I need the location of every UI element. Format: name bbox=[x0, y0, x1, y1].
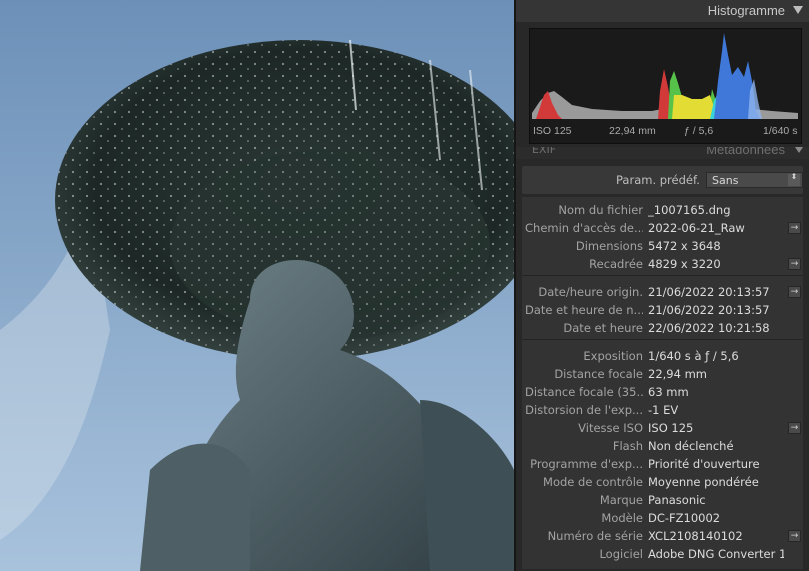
metadata-value[interactable]: Moyenne pondérée bbox=[648, 475, 759, 489]
metadata-label: Dimensions bbox=[575, 239, 643, 253]
metadata-row: Distance focale 22,94 mm bbox=[522, 365, 803, 383]
metadata-row: Date et heure 22/06/2022 10:21:58 bbox=[522, 319, 803, 337]
metadata-value[interactable]: Priorité d'ouverture bbox=[648, 457, 760, 471]
metadata-row: Nom du fichier _1007165.dng bbox=[522, 201, 803, 219]
metadata-row: Mode de contrôle Moyenne pondérée bbox=[522, 473, 803, 491]
metadata-row: Date et heure de n... 21/06/2022 20:13:57 bbox=[522, 301, 803, 319]
preset-value: Sans bbox=[712, 174, 739, 187]
metadata-row: Dimensions 5472 x 3648 bbox=[522, 237, 803, 255]
metadata-label: Exposition bbox=[583, 349, 643, 363]
hist-aperture: ƒ / 5,6 bbox=[684, 125, 714, 137]
metadata-row: Vitesse ISO ISO 125 → bbox=[522, 419, 803, 437]
metadata-label: Modèle bbox=[601, 511, 643, 525]
hist-iso: ISO 125 bbox=[533, 125, 572, 137]
go-to-arrow-icon[interactable]: → bbox=[788, 222, 801, 234]
metadata-label: Distance focale bbox=[554, 367, 643, 381]
metadata-label: Date/heure origin. bbox=[538, 285, 643, 299]
metadata-value[interactable]: 22/06/2022 10:21:58 bbox=[648, 321, 770, 335]
hist-focal: 22,94 mm bbox=[609, 125, 656, 137]
metadata-value[interactable]: 2022-06-21_Raw bbox=[648, 221, 745, 235]
metadata-value[interactable]: Non déclenché bbox=[648, 439, 734, 453]
metadata-label: Distance focale (35... bbox=[525, 385, 643, 399]
metadata-label: Programme d'exp... bbox=[530, 457, 643, 471]
metadata-value[interactable]: XCL2108140102 bbox=[648, 529, 743, 543]
metadata-value[interactable]: Panasonic bbox=[648, 493, 706, 507]
metadata-value[interactable]: 4829 x 3220 bbox=[648, 257, 721, 271]
histogram-graph bbox=[532, 33, 798, 119]
section-divider bbox=[522, 275, 803, 276]
metadata-value[interactable]: -1 EV bbox=[648, 403, 678, 417]
metadata-label: Mode de contrôle bbox=[543, 475, 643, 489]
metadata-value[interactable]: 5472 x 3648 bbox=[648, 239, 721, 253]
metadata-row: Flash Non déclenché bbox=[522, 437, 803, 455]
metadata-value[interactable]: DC-FZ10002 bbox=[648, 511, 720, 525]
metadata-label: Vitesse ISO bbox=[578, 421, 643, 435]
metadata-label: Recadrée bbox=[589, 257, 643, 271]
metadata-row: Exposition 1/640 s à ƒ / 5,6 bbox=[522, 347, 803, 365]
go-to-arrow-icon[interactable]: → bbox=[788, 258, 801, 270]
metadata-value[interactable]: 22,94 mm bbox=[648, 367, 707, 381]
metadata-label: Distorsion de l'exp... bbox=[525, 403, 643, 417]
photo-preview[interactable] bbox=[0, 0, 514, 571]
lightroom-window: Histogramme ISO 125 22,94 mm ƒ / 5,6 1/6… bbox=[0, 0, 809, 571]
metadata-header[interactable]: EXIF Métadonnées bbox=[516, 147, 809, 159]
metadata-value[interactable]: 1/640 s à ƒ / 5,6 bbox=[648, 349, 739, 363]
metadata-row: Chemin d'accès de... 2022-06-21_Raw → bbox=[522, 219, 803, 237]
histogram[interactable]: ISO 125 22,94 mm ƒ / 5,6 1/640 s bbox=[529, 28, 802, 144]
metadata-row: Distance focale (35... 63 mm bbox=[522, 383, 803, 401]
metadata-label: Logiciel bbox=[599, 547, 643, 561]
metadata-row: Marque Panasonic bbox=[522, 491, 803, 509]
collapse-triangle-icon[interactable] bbox=[793, 6, 803, 14]
metadata-table: Nom du fichier _1007165.dng Chemin d'accès… bbox=[522, 197, 803, 569]
metadata-row: Recadrée 4829 x 3220 → bbox=[522, 255, 803, 273]
metadata-label: Nom du fichier bbox=[558, 203, 643, 217]
go-to-arrow-icon[interactable]: → bbox=[788, 422, 801, 434]
hist-yellow bbox=[672, 95, 716, 119]
metadata-label: Date et heure bbox=[563, 321, 643, 335]
go-to-arrow-icon[interactable]: → bbox=[788, 286, 801, 298]
preset-row: Param. prédéf. Sans ⬍ bbox=[522, 166, 803, 194]
metadata-label: Chemin d'accès de... bbox=[525, 221, 643, 235]
metadata-title: Métadonnées bbox=[706, 147, 785, 157]
preset-label: Param. prédéf. bbox=[616, 173, 700, 187]
metadata-row: Programme d'exp... Priorité d'ouverture bbox=[522, 455, 803, 473]
metadata-row: Distorsion de l'exp... -1 EV bbox=[522, 401, 803, 419]
preset-select[interactable]: Sans ⬍ bbox=[706, 172, 803, 188]
metadata-value[interactable]: 21/06/2022 20:13:57 bbox=[648, 303, 770, 317]
metadata-value[interactable]: Adobe DNG Converter 13.1 ... bbox=[648, 547, 784, 561]
histogram-title: Histogramme bbox=[707, 3, 785, 18]
metadata-label: Marque bbox=[599, 493, 643, 507]
metadata-value[interactable]: 63 mm bbox=[648, 385, 689, 399]
metadata-row: Modèle DC-FZ10002 bbox=[522, 509, 803, 527]
collapse-triangle-icon[interactable] bbox=[795, 147, 803, 153]
metadata-label: Flash bbox=[612, 439, 643, 453]
metadata-row: Date/heure origin. 21/06/2022 20:13:57 → bbox=[522, 283, 803, 301]
select-arrows-icon: ⬍ bbox=[788, 173, 800, 186]
section-divider bbox=[522, 339, 803, 340]
hist-shutter: 1/640 s bbox=[763, 125, 798, 137]
go-to-arrow-icon[interactable]: → bbox=[788, 530, 801, 542]
metadata-label: Date et heure de n... bbox=[525, 303, 643, 317]
right-panel: Histogramme ISO 125 22,94 mm ƒ / 5,6 1/6… bbox=[514, 0, 809, 571]
metadata-row: Numéro de série XCL2108140102 → bbox=[522, 527, 803, 545]
metadata-row: Logiciel Adobe DNG Converter 13.1 ... bbox=[522, 545, 803, 563]
fountain-photo bbox=[0, 0, 514, 571]
histogram-header[interactable]: Histogramme bbox=[516, 0, 809, 22]
metadata-set-select[interactable]: EXIF bbox=[532, 147, 556, 156]
metadata-label: Numéro de série bbox=[547, 529, 643, 543]
metadata-value[interactable]: _1007165.dng bbox=[648, 203, 731, 217]
metadata-value[interactable]: 21/06/2022 20:13:57 bbox=[648, 285, 770, 299]
metadata-value[interactable]: ISO 125 bbox=[648, 421, 693, 435]
